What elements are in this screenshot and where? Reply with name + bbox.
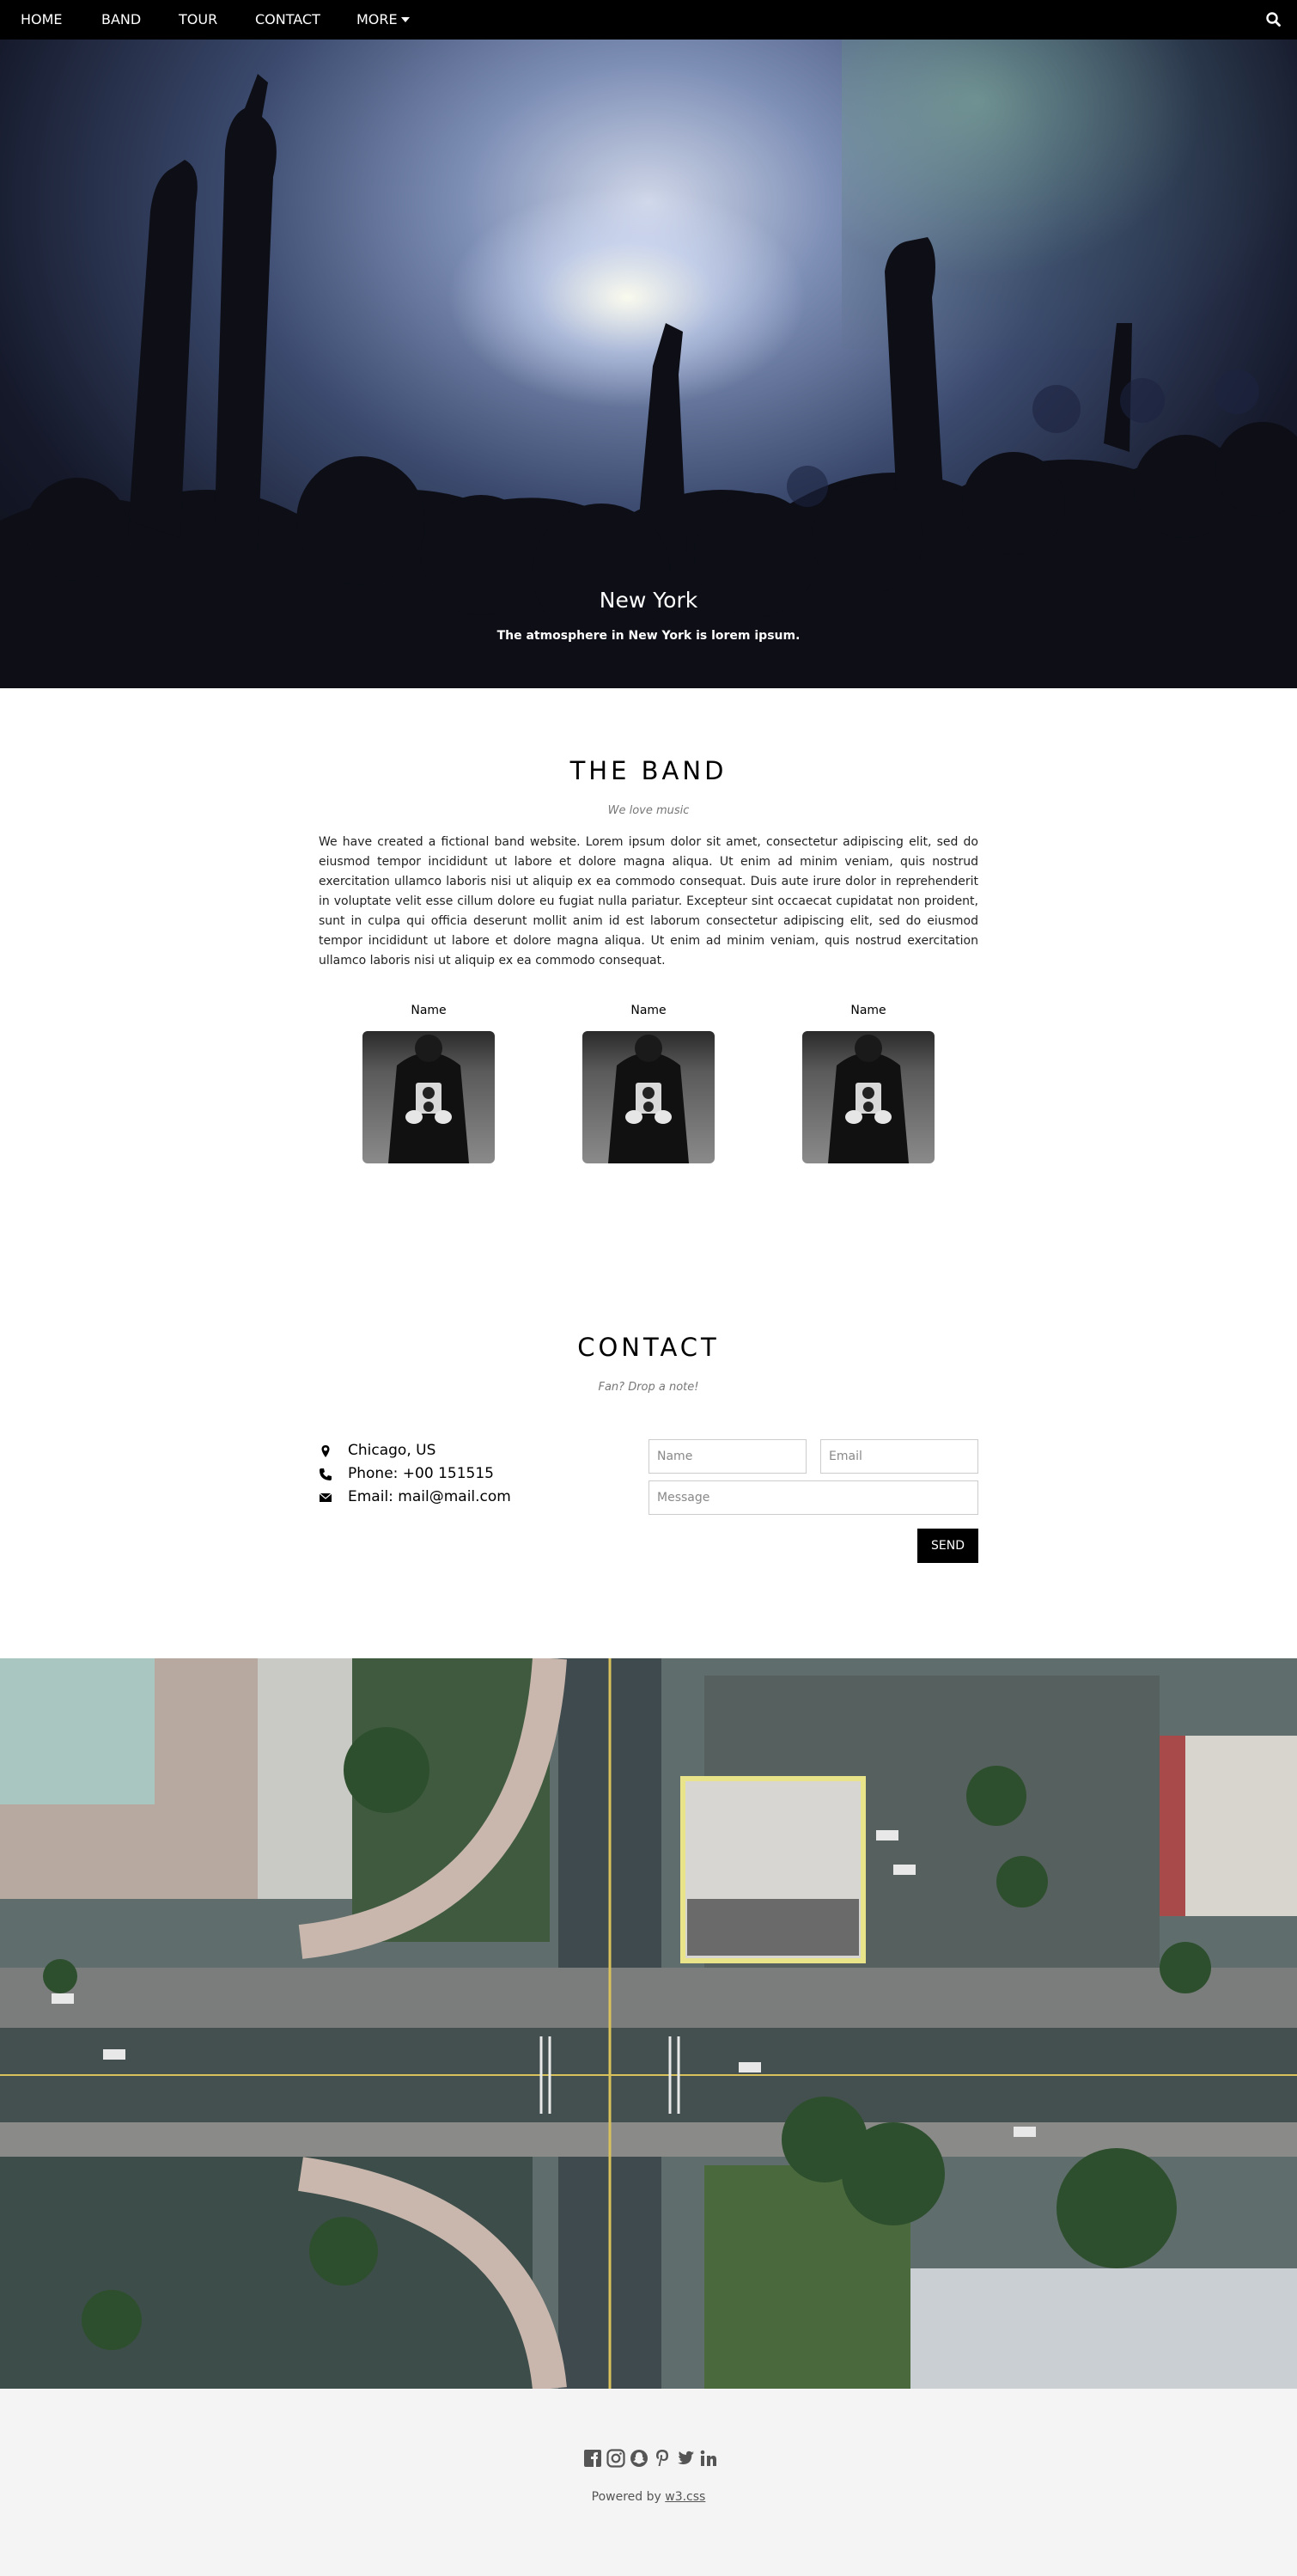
phone-icon: [319, 1467, 332, 1480]
contact-email-input[interactable]: [820, 1439, 978, 1474]
band-member-name: Name: [630, 1004, 667, 1017]
linkedin-icon[interactable]: [698, 2448, 719, 2469]
top-navbar: HOME BAND TOUR CONTACT MORE: [0, 0, 1297, 40]
snapchat-icon[interactable]: [629, 2448, 649, 2469]
envelope-icon: [319, 1490, 332, 1504]
instagram-icon[interactable]: [606, 2448, 626, 2469]
band-member-card: Name: [580, 1004, 717, 1163]
map-marker-icon: [319, 1444, 332, 1457]
hero-subtitle: The atmosphere in New York is lorem ipsu…: [496, 629, 801, 643]
nav-tour[interactable]: TOUR: [179, 0, 217, 40]
nav-contact[interactable]: CONTACT: [255, 0, 320, 40]
band-section-title: THE BAND: [569, 756, 728, 785]
contact-name-input[interactable]: [648, 1439, 807, 1474]
nav-band[interactable]: BAND: [101, 0, 141, 40]
powered-by: Powered by w3.css: [0, 2490, 1297, 2504]
powered-by-prefix: Powered by: [591, 2490, 666, 2504]
contact-email-text: Email: mail@mail.com: [348, 1488, 511, 1505]
band-description: We have created a fictional band website…: [319, 835, 978, 968]
band-member-card: Name: [360, 1004, 497, 1163]
nav-more-label: MORE: [356, 11, 398, 27]
nav-home[interactable]: HOME: [21, 0, 63, 40]
band-tagline: We love music: [607, 804, 690, 817]
hero-slide: New York The atmosphere in New York is l…: [0, 40, 1297, 688]
facebook-icon[interactable]: [582, 2448, 603, 2469]
search-icon[interactable]: [1263, 9, 1285, 31]
nav-more-dropdown[interactable]: MORE: [356, 0, 410, 40]
hero-title: New York: [599, 588, 698, 613]
twitter-icon[interactable]: [675, 2448, 696, 2469]
band-member-photo[interactable]: [802, 1031, 935, 1163]
caret-down-icon: [400, 17, 410, 22]
contact-message-input[interactable]: [648, 1480, 978, 1515]
band-member-photo[interactable]: [362, 1031, 495, 1163]
footer: Powered by w3.css: [0, 2389, 1297, 2576]
w3css-link[interactable]: w3.css: [665, 2490, 705, 2504]
aerial-city-image: [0, 1658, 1297, 2389]
contact-section-title: CONTACT: [577, 1333, 720, 1362]
band-member-photo[interactable]: [582, 1031, 715, 1163]
contact-phone-text: Phone: +00 151515: [348, 1465, 494, 1482]
aerial-city-drawing: [0, 1658, 1297, 2389]
contact-tagline: Fan? Drop a note!: [598, 1381, 699, 1394]
band-member-name: Name: [411, 1004, 447, 1017]
contact-location-text: Chicago, US: [348, 1442, 436, 1459]
band-member-card: Name: [800, 1004, 937, 1163]
send-button[interactable]: SEND: [917, 1529, 978, 1563]
pinterest-icon[interactable]: [652, 2448, 673, 2469]
band-member-name: Name: [850, 1004, 886, 1017]
